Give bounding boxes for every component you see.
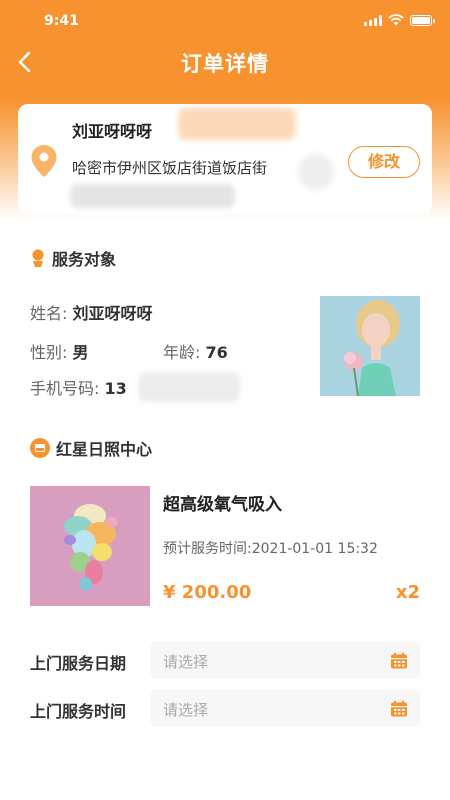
redacted-address-line2 [70,184,235,208]
address-text: 哈密市伊州区饭店街道饭店街 [72,159,268,177]
service-date-placeholder: 请选择 [163,653,209,671]
name-label: 姓名: [30,304,68,323]
calendar-icon [391,700,407,717]
phone-label: 手机号码: [30,379,100,398]
redacted-phone [178,108,296,140]
battery-icon [410,14,435,26]
product-title: 超高级氧气吸入 [163,495,282,515]
person-icon [32,249,44,267]
gender-row: 性别: 男 [30,339,89,363]
gender-value: 男 [72,343,89,362]
service-time-placeholder: 请选择 [163,701,209,719]
age-row: 年龄: 76 [163,339,228,363]
service-target-heading: 服务对象 [30,246,116,270]
age-value: 76 [205,343,228,362]
service-time-label: 预计服务时间: [163,541,252,557]
service-target-title: 服务对象 [52,250,117,269]
name-value: 刘亚呀呀呀 [72,304,153,323]
product-quantity: x2 [395,582,420,603]
gender-label: 性别: [30,343,68,362]
service-time-picker[interactable]: 请选择 [150,690,420,726]
product-price: ¥ 200.00 [163,582,252,603]
calendar-icon [391,652,407,669]
status-time: 9:41 [44,13,79,29]
store-title: 红星日照中心 [56,440,153,459]
store-heading: 红星日照中心 [30,436,152,460]
portrait-image [320,296,420,396]
nav-bar: 订单详情 [0,40,450,84]
address-card[interactable]: 刘亚呀呀呀 哈密市伊州区饭店街道饭店街 修改 [18,104,432,214]
product-artwork [30,486,150,606]
product-service-time: 预计服务时间:2021-01-01 15:32 [163,538,378,558]
recipient-name: 刘亚呀呀呀 [72,122,153,141]
status-icons [364,14,435,26]
service-date-picker[interactable]: 请选择 [150,642,420,678]
page-title: 订单详情 [181,52,269,76]
edit-address-button[interactable]: 修改 [348,146,420,178]
service-time-value: 2021-01-01 15:32 [251,541,378,557]
product-image [30,486,150,606]
target-photo [320,296,420,396]
phone-value: 13 [104,379,127,398]
redacted-phone-number [138,372,240,402]
wifi-icon [388,14,404,26]
service-date-label: 上门服务日期 [30,654,127,673]
service-time-label-form: 上门服务时间 [30,702,127,721]
redacted-address [298,154,334,190]
store-icon [30,438,50,458]
phone-row: 手机号码: 13 [30,375,127,399]
name-row: 姓名: 刘亚呀呀呀 [30,300,153,324]
signal-icon [364,14,382,26]
location-pin-icon [31,145,57,177]
status-bar: 9:41 [0,0,450,44]
age-label: 年龄: [163,343,201,362]
